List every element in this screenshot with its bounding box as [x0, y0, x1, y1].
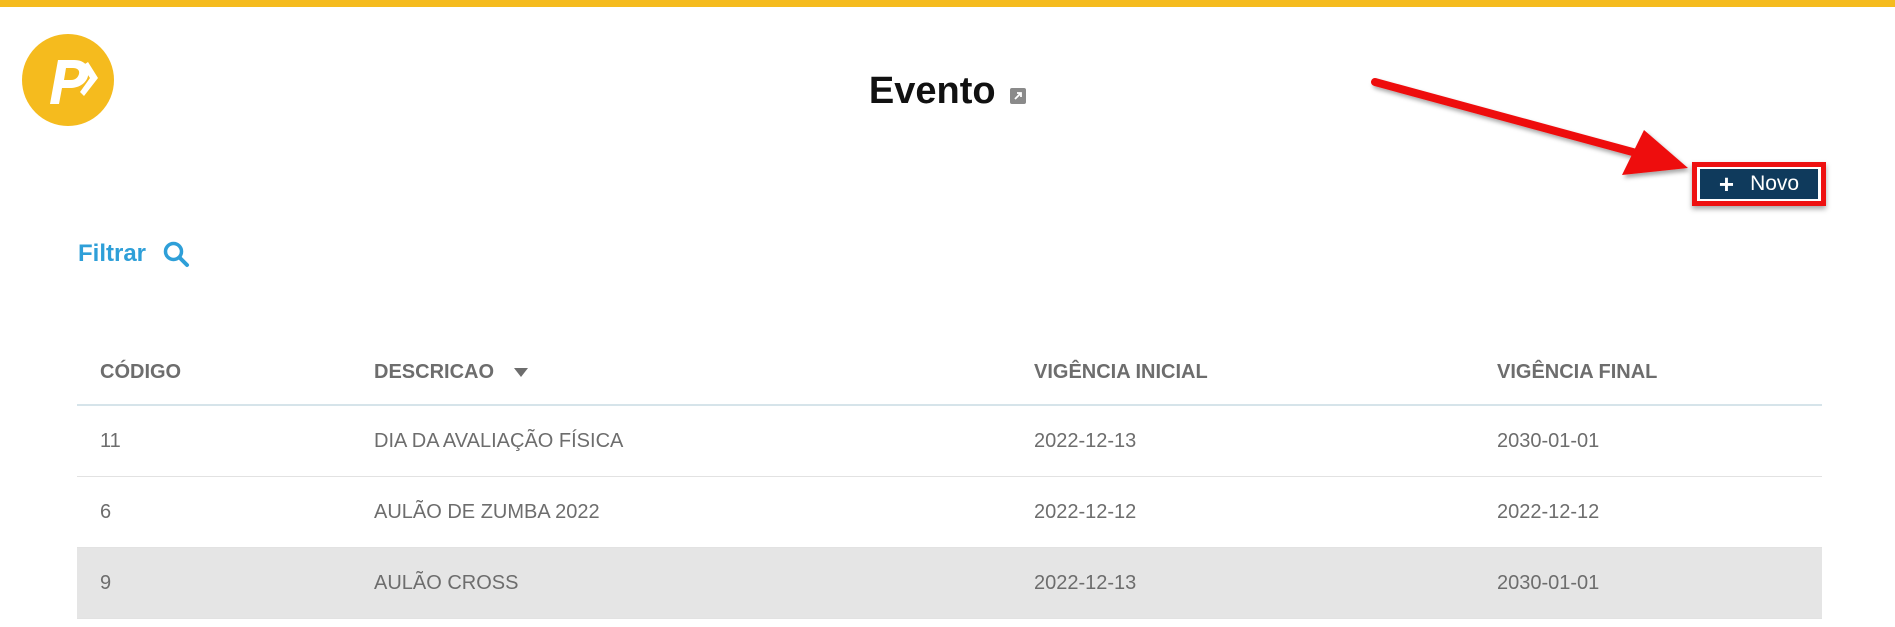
cell-vigencia-inicial: 2022-12-13 — [1011, 547, 1474, 619]
new-button[interactable]: + Novo — [1700, 169, 1818, 199]
cell-vigencia-inicial: 2022-12-13 — [1011, 405, 1474, 477]
column-header-descricao-label: DESCRICAO — [374, 360, 495, 383]
external-link-icon[interactable] — [1010, 87, 1027, 104]
events-table: CÓDIGO DESCRICAO VIGÊNCIA INICIAL VIGÊNC… — [77, 340, 1822, 619]
table-row-selected[interactable]: 9 AULÃO CROSS 2022-12-13 2030-01-01 — [77, 547, 1822, 619]
cell-vigencia-final: 2030-01-01 — [1474, 405, 1822, 477]
cell-descricao: AULÃO CROSS — [351, 547, 1011, 619]
column-header-vigencia-final[interactable]: VIGÊNCIA FINAL — [1474, 340, 1822, 406]
column-header-codigo[interactable]: CÓDIGO — [77, 340, 351, 406]
cell-vigencia-final: 2022-12-12 — [1474, 476, 1822, 548]
top-accent-bar — [0, 0, 1895, 7]
cell-codigo: 11 — [77, 405, 351, 477]
page-title: Evento — [868, 70, 996, 112]
cell-codigo: 9 — [77, 547, 351, 619]
table-row[interactable]: 6 AULÃO DE ZUMBA 2022 2022-12-12 2022-12… — [77, 476, 1822, 548]
cell-vigencia-inicial: 2022-12-12 — [1011, 476, 1474, 548]
table-row[interactable]: 11 DIA DA AVALIAÇÃO FÍSICA 2022-12-13 20… — [77, 405, 1822, 477]
cell-descricao: DIA DA AVALIAÇÃO FÍSICA — [351, 405, 1011, 477]
column-header-descricao[interactable]: DESCRICAO — [351, 340, 1011, 406]
plus-icon: + — [1718, 169, 1735, 199]
new-button-highlight: + Novo — [1692, 162, 1826, 206]
table-header-row: CÓDIGO DESCRICAO VIGÊNCIA INICIAL VIGÊNC… — [77, 340, 1822, 406]
cell-codigo: 6 — [77, 476, 351, 548]
search-icon[interactable] — [162, 240, 190, 268]
filter-toggle[interactable]: Filtrar — [78, 240, 190, 268]
cell-vigencia-final: 2030-01-01 — [1474, 547, 1822, 619]
column-header-vigencia-inicial[interactable]: VIGÊNCIA INICIAL — [1011, 340, 1474, 406]
sort-descending-icon[interactable] — [513, 367, 528, 377]
new-button-label: Novo — [1750, 172, 1800, 195]
cell-descricao: AULÃO DE ZUMBA 2022 — [351, 476, 1011, 548]
filter-label: Filtrar — [78, 240, 147, 267]
